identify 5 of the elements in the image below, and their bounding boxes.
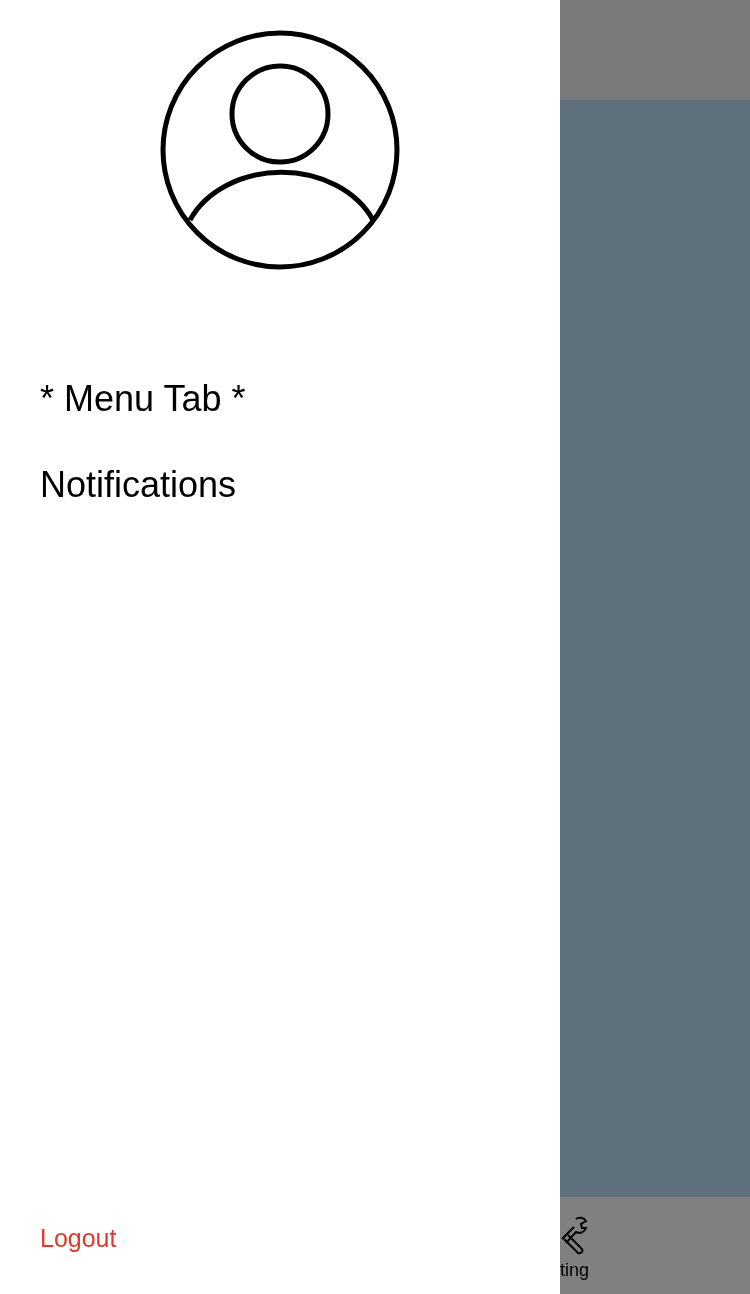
menu-item[interactable]: Notifications	[40, 464, 237, 506]
avatar-icon	[160, 30, 400, 270]
logout-button[interactable]: Logout	[40, 1222, 117, 1254]
tab-item[interactable]: ting	[560, 1197, 590, 1281]
menu-item[interactable]: * Menu Tab *	[40, 378, 246, 420]
